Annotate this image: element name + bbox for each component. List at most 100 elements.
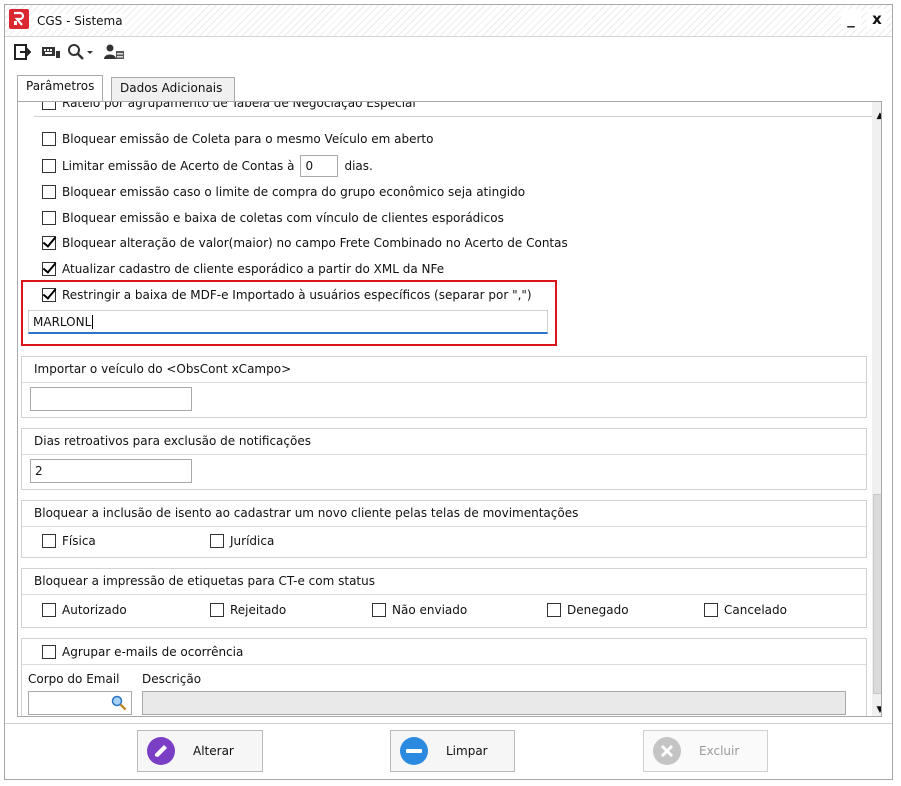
- toolbar: [5, 38, 892, 68]
- app-logo-icon: [9, 9, 29, 29]
- option-rateio[interactable]: Rateio por agrupamento de Tabela de Nego…: [42, 101, 416, 112]
- keyboard-icon: [42, 47, 60, 58]
- title-bar: CGS - Sistema _ x: [5, 5, 892, 37]
- tab-parametros[interactable]: Parâmetros: [17, 75, 104, 101]
- option-label: Rateio por agrupamento de Tabela de Nego…: [62, 101, 416, 110]
- tab-label: Dados Adicionais: [120, 81, 223, 95]
- label-block-group: Bloquear a impressão de etiquetas para C…: [21, 568, 867, 628]
- option-label: Bloquear emissão caso o limite de compra…: [62, 185, 526, 199]
- nao-enviado-checkbox[interactable]: [372, 603, 386, 617]
- search-dropdown-button[interactable]: [67, 43, 97, 63]
- exit-icon: [14, 44, 32, 60]
- denegado-label: Denegado: [567, 603, 629, 617]
- exempt-fisica-option[interactable]: Física: [42, 532, 96, 550]
- tab-dados-adicionais[interactable]: Dados Adicionais: [111, 77, 235, 101]
- label-block-title: Bloquear a impressão de etiquetas para C…: [22, 569, 866, 595]
- import-vehicle-title: Importar o veículo do <ObsCont xCampo>: [22, 357, 866, 383]
- option-label: Bloquear emissão de Coleta para o mesmo …: [62, 132, 434, 146]
- option-label: Bloquear emissão e baixa de coletas com …: [62, 211, 504, 225]
- option-checkbox[interactable]: [42, 236, 56, 250]
- autorizado-label: Autorizado: [62, 603, 127, 617]
- fisica-checkbox[interactable]: [42, 534, 56, 548]
- option-checkbox[interactable]: [42, 159, 56, 173]
- option-limitar-acerto[interactable]: Limitar emissão de Acerto de Contas à 0 …: [42, 154, 373, 178]
- option-checkbox[interactable]: [42, 288, 56, 302]
- option-checkbox[interactable]: [42, 211, 56, 225]
- option-restringir-mdfe[interactable]: Restringir a baixa de MDF-e Importado à …: [42, 286, 532, 304]
- delete-icon: [653, 737, 681, 765]
- edit-icon: [147, 737, 175, 765]
- option-label: Atualizar cadastro de cliente esporádico…: [62, 262, 445, 276]
- close-icon: x: [872, 10, 882, 28]
- status-rejeitado-option[interactable]: Rejeitado: [210, 601, 286, 619]
- option-checkbox[interactable]: [42, 102, 56, 110]
- import-vehicle-input[interactable]: [30, 387, 192, 411]
- retro-days-value: 2: [35, 464, 43, 478]
- juridica-checkbox[interactable]: [210, 534, 224, 548]
- keyboard-button[interactable]: [41, 43, 61, 63]
- main-window: CGS - Sistema _ x Parâmetros Dados Adici…: [4, 4, 893, 780]
- status-denegado-option[interactable]: Denegado: [547, 601, 629, 619]
- rejeitado-label: Rejeitado: [230, 603, 287, 617]
- denegado-checkbox[interactable]: [547, 603, 561, 617]
- email-body-input[interactable]: [28, 691, 132, 715]
- minimize-icon: _: [847, 10, 855, 28]
- limpar-label: Limpar: [446, 744, 488, 758]
- user-icon: [104, 44, 124, 59]
- retro-days-group: Dias retroativos para exclusão de notifi…: [21, 428, 867, 490]
- exempt-juridica-option[interactable]: Jurídica: [210, 532, 274, 550]
- option-checkbox[interactable]: [42, 132, 56, 146]
- limpar-button[interactable]: Limpar: [390, 730, 515, 772]
- excluir-button[interactable]: Excluir: [643, 730, 768, 772]
- option-label: Bloquear alteração de valor(maior) no ca…: [62, 236, 568, 250]
- status-autorizado-option[interactable]: Autorizado: [42, 601, 127, 619]
- option-checkbox[interactable]: [42, 185, 56, 199]
- option-label-suffix: dias.: [344, 159, 373, 173]
- status-nao-enviado-option[interactable]: Não enviado: [372, 601, 467, 619]
- scroll-up-icon[interactable]: ▲: [872, 108, 881, 124]
- agrupar-emails-label: Agrupar e-mails de ocorrência: [62, 645, 244, 659]
- days-limit-input[interactable]: 0: [300, 155, 339, 177]
- alterar-label: Alterar: [193, 744, 234, 758]
- search-icon[interactable]: [111, 695, 127, 711]
- autorizado-checkbox[interactable]: [42, 603, 56, 617]
- option-coletas-esporadicos[interactable]: Bloquear emissão e baixa de coletas com …: [42, 209, 504, 227]
- option-frete-combinado[interactable]: Bloquear alteração de valor(maior) no ca…: [42, 234, 568, 252]
- exit-button[interactable]: [13, 43, 32, 63]
- email-desc-input: [142, 691, 846, 715]
- option-limite-compra[interactable]: Bloquear emissão caso o limite de compra…: [42, 183, 525, 201]
- option-atualizar-cliente[interactable]: Atualizar cadastro de cliente esporádico…: [42, 260, 444, 278]
- user-button[interactable]: [103, 43, 125, 63]
- excluir-label: Excluir: [699, 744, 740, 758]
- scroll-down-icon[interactable]: ▼: [872, 702, 881, 716]
- cancelado-checkbox[interactable]: [704, 603, 718, 617]
- email-desc-label: Descrição: [142, 672, 202, 686]
- fisica-label: Física: [62, 534, 96, 548]
- minus-icon: [400, 737, 428, 765]
- bottom-divider: [5, 723, 892, 724]
- tab-label: Parâmetros: [26, 79, 95, 93]
- retro-days-input[interactable]: 2: [30, 459, 192, 483]
- alterar-button[interactable]: Alterar: [137, 730, 263, 772]
- agrupar-emails-option[interactable]: Agrupar e-mails de ocorrência: [42, 643, 243, 661]
- divider: [34, 116, 880, 117]
- option-checkbox[interactable]: [42, 262, 56, 276]
- option-label: Restringir a baixa de MDF-e Importado à …: [62, 288, 532, 302]
- status-cancelado-option[interactable]: Cancelado: [704, 601, 787, 619]
- scroll-thumb[interactable]: [873, 494, 881, 694]
- option-label: Limitar emissão de Acerto de Contas à: [62, 159, 295, 173]
- search-dropdown-icon: [68, 44, 93, 60]
- cancelado-label: Cancelado: [724, 603, 787, 617]
- minimize-button[interactable]: _: [841, 9, 861, 29]
- email-body-label: Corpo do Email: [28, 672, 120, 686]
- window-title: CGS - Sistema: [35, 14, 125, 28]
- agrupar-emails-checkbox[interactable]: [42, 645, 56, 659]
- rejeitado-checkbox[interactable]: [210, 603, 224, 617]
- restrict-users-input[interactable]: MARLONL: [28, 310, 548, 334]
- exempt-block-group: Bloquear a inclusão de isento ao cadastr…: [21, 500, 867, 558]
- vertical-scrollbar[interactable]: ▲ ▼: [872, 102, 881, 716]
- juridica-label: Jurídica: [230, 534, 275, 548]
- restrict-users-value: MARLONL: [33, 315, 92, 329]
- close-button[interactable]: x: [867, 9, 887, 29]
- option-bloquear-coleta[interactable]: Bloquear emissão de Coleta para o mesmo …: [42, 130, 433, 148]
